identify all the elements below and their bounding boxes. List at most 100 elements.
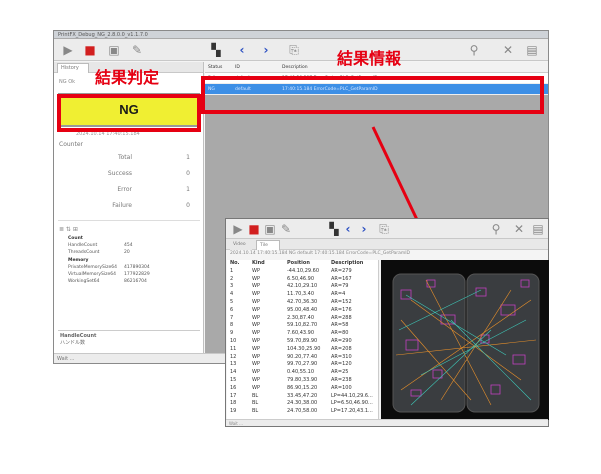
pin-icon[interactable]: ⚲	[488, 221, 504, 237]
info-highlight	[201, 76, 544, 114]
row-description: AR=279	[331, 267, 352, 274]
pin-icon[interactable]: ⚲	[466, 42, 482, 58]
row-position: 104.30,25.90	[287, 345, 321, 352]
list-item[interactable]: 6 WP 95.00,48.40 AR=176	[227, 307, 378, 315]
column-description[interactable]: Description	[331, 260, 363, 268]
counter-success: Success 0	[74, 170, 192, 182]
row-description: AR=58	[331, 322, 349, 329]
list-item[interactable]: 5 WP 42.70,36.30 AR=152	[227, 299, 378, 307]
prev-arrow-icon[interactable]: ‹	[340, 221, 356, 237]
row-description: AR=208	[331, 345, 352, 352]
row-position: 95.00,48.40	[287, 306, 318, 313]
list-item[interactable]: 19 BL 24.70,58.00 LP=17.20,43.1...	[227, 408, 378, 416]
list-item[interactable]: 4 WP 11.70,3.40 AR=4	[227, 291, 378, 299]
row-description: AR=100	[331, 384, 352, 391]
list-item[interactable]: 8 WP 59.10,82.70 AR=58	[227, 322, 378, 330]
counter-value: 1	[186, 154, 190, 161]
panel-left	[392, 273, 466, 413]
row-no: 1	[230, 267, 234, 274]
tools-icon[interactable]: ✕	[500, 42, 516, 58]
list-item[interactable]: 3 WP 42.10,29.10 AR=79	[227, 283, 378, 291]
prev-arrow-icon[interactable]: ‹	[234, 42, 250, 58]
export-icon[interactable]: ⎘	[286, 42, 302, 58]
save-icon[interactable]: ▣	[262, 221, 278, 237]
wand-icon[interactable]: ✎	[278, 221, 294, 237]
row-position: 59.70,89.90	[287, 337, 318, 344]
row-position: 11.70,3.40	[287, 291, 315, 298]
tab-history[interactable]: History	[57, 63, 89, 73]
property-value: 177922829	[124, 272, 150, 277]
row-position: 6.50,46.90	[287, 275, 315, 282]
property-key: Count	[68, 236, 83, 241]
row-kind: WP	[252, 361, 260, 368]
property-key: ThreadsCount	[68, 250, 100, 255]
row-description: LP=6.50,46.90...	[331, 400, 373, 407]
property-description: HandleCount ハンドル数	[58, 330, 200, 350]
play-icon[interactable]: ▶	[230, 221, 246, 237]
row-kind: BL	[252, 392, 259, 399]
inspection-drawing	[392, 273, 540, 413]
list-item[interactable]: 11 WP 104.30,25.90 AR=208	[227, 346, 378, 354]
row-no: 6	[230, 306, 234, 313]
property-key: Memory	[68, 258, 89, 263]
export-icon[interactable]: ⎘	[376, 221, 392, 237]
row-description: AR=4	[331, 291, 346, 298]
detail-window: ▶ ■ ▣ ✎ ▚ ‹ › ⎘ ⚲ ✕ ▤ Video Tile 2024.10…	[225, 218, 549, 427]
list-item[interactable]: 2 WP 6.50,46.90 AR=167	[227, 276, 378, 284]
next-arrow-icon[interactable]: ›	[258, 42, 274, 58]
row-kind: WP	[252, 345, 260, 352]
row-description: AR=79	[331, 283, 349, 290]
menu-icon[interactable]: ▤	[524, 42, 540, 58]
tab-video[interactable]: Video	[230, 240, 252, 250]
list-item[interactable]: 13 WP 99.70,27.90 AR=120	[227, 361, 378, 369]
next-arrow-icon[interactable]: ›	[356, 221, 372, 237]
row-description: LP=17.20,43.1...	[331, 408, 373, 415]
list-item[interactable]: 16 WP 86.90,15.20 AR=100	[227, 385, 378, 393]
row-kind: WP	[252, 283, 260, 290]
column-description[interactable]: Description	[282, 62, 308, 73]
list-item[interactable]: 17 BL 33.45,47.20 LP=44.10,29.6...	[227, 393, 378, 401]
save-icon[interactable]: ▣	[106, 42, 122, 58]
list-item[interactable]: 10 WP 59.70,89.90 AR=290	[227, 338, 378, 346]
list-item[interactable]: 9 WP 7.60,43.90 AR=80	[227, 330, 378, 338]
stop-icon[interactable]: ■	[246, 221, 262, 237]
tools-icon[interactable]: ✕	[511, 221, 527, 237]
row-position: 59.10,82.70	[287, 322, 318, 329]
inspection-image[interactable]	[381, 260, 549, 420]
list-item[interactable]: 1 WP -44.10,29.60 AR=279	[227, 268, 378, 276]
row-kind: WP	[252, 376, 260, 383]
menu-icon[interactable]: ▤	[530, 221, 546, 237]
column-no[interactable]: No.	[230, 260, 240, 268]
list-item[interactable]: 7 WP 2.30,87.40 AR=288	[227, 315, 378, 323]
row-kind: WP	[252, 353, 260, 360]
row-kind: WP	[252, 369, 260, 376]
play-icon[interactable]: ▶	[60, 42, 76, 58]
row-position: -44.10,29.60	[287, 267, 320, 274]
list-item[interactable]: 14 WP 0.40,55.10 AR=25	[227, 369, 378, 377]
property-toolbar[interactable]: ≣ ⇅ ⊞	[59, 226, 78, 233]
property-value: 20	[124, 250, 130, 255]
row-position: 90.20,77.40	[287, 353, 318, 360]
property-key: WorkingSet64	[68, 279, 100, 284]
property-key: VirtualMemorySize64	[68, 272, 116, 277]
row-description: AR=167	[331, 275, 352, 282]
row-position: 33.45,47.20	[287, 392, 318, 399]
row-kind: BL	[252, 408, 259, 415]
panel-right	[466, 273, 540, 413]
column-kind[interactable]: Kind	[252, 260, 265, 268]
judgement-highlight	[57, 94, 201, 132]
column-position[interactable]: Position	[287, 260, 310, 268]
row-kind: BL	[252, 400, 259, 407]
list-item[interactable]: 18 BL 24.30,38.00 LP=6.50,46.90...	[227, 400, 378, 408]
stop-icon[interactable]: ■	[82, 42, 98, 58]
title-bar: PrintFX_Debug_NG_2.8.0.0_v1.1.7.0	[54, 31, 548, 39]
wand-icon[interactable]: ✎	[129, 42, 145, 58]
list-item[interactable]: 15 WP 79.80,33.90 AR=238	[227, 377, 378, 385]
row-no: 12	[230, 353, 237, 360]
detail-list-header: No. Kind Position Description	[227, 260, 378, 268]
column-status[interactable]: Status	[208, 62, 222, 73]
list-item[interactable]: 12 WP 90.20,77.40 AR=310	[227, 354, 378, 362]
tab-tile[interactable]: Tile	[256, 240, 280, 250]
column-id[interactable]: ID	[235, 62, 240, 73]
layout-icon[interactable]: ▚	[208, 42, 224, 58]
